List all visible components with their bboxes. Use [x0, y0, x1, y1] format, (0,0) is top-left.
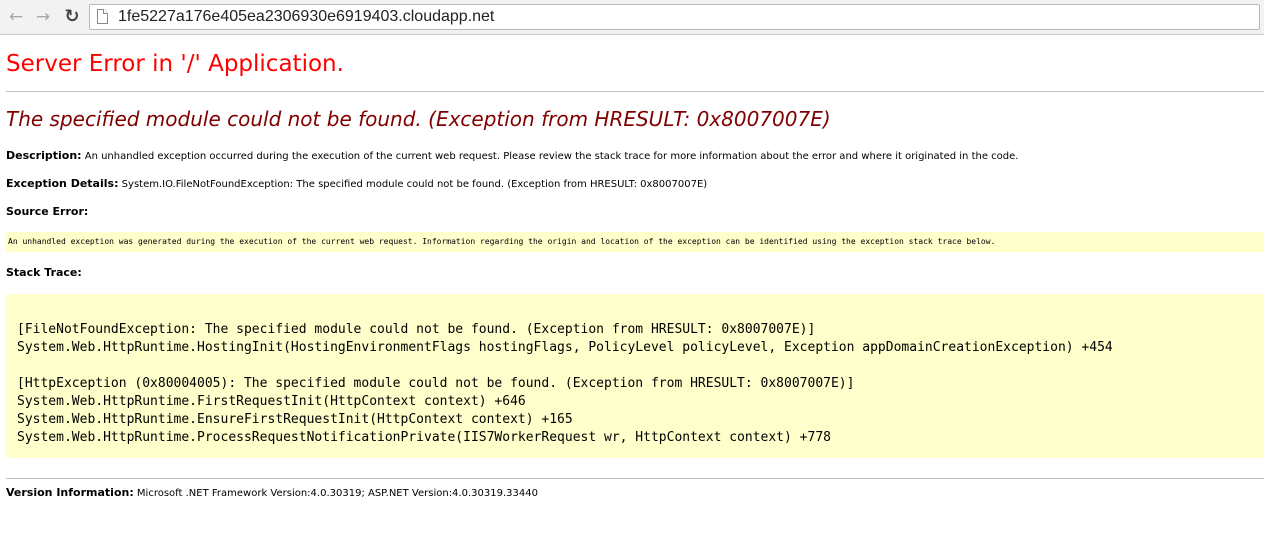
address-bar[interactable]: 1fe5227a176e405ea2306930e6919403.cloudap…	[89, 4, 1260, 30]
source-error-label: Source Error:	[6, 205, 89, 218]
version-information: Version Information: Microsoft .NET Fram…	[6, 486, 538, 499]
description-text: An unhandled exception occurred during t…	[84, 151, 1019, 162]
address-bar-url[interactable]: 1fe5227a176e405ea2306930e6919403.cloudap…	[118, 8, 494, 26]
exception-details: Exception Details: System.IO.FileNotFoun…	[6, 177, 707, 190]
reload-icon[interactable]: ↻	[62, 7, 82, 27]
stack-trace-box: [FileNotFoundException: The specified mo…	[6, 294, 1264, 458]
back-arrow-icon[interactable]: ←	[6, 7, 26, 27]
exception-details-text: System.IO.FileNotFoundException: The spe…	[121, 179, 708, 190]
version-label: Version Information:	[6, 486, 134, 499]
stack-trace-line: [FileNotFoundException: The specified mo…	[17, 322, 816, 337]
divider-bottom	[6, 478, 1264, 479]
version-text: Microsoft .NET Framework Version:4.0.303…	[136, 488, 538, 499]
stack-trace-line: System.Web.HttpRuntime.EnsureFirstReques…	[17, 412, 573, 427]
stack-trace-heading: Stack Trace:	[6, 266, 82, 279]
page-icon	[97, 9, 108, 24]
description-label: Description:	[6, 149, 82, 162]
forward-arrow-icon[interactable]: →	[33, 7, 53, 27]
error-message: The specified module could not be found.…	[6, 107, 831, 131]
page-title: Server Error in '/' Application.	[6, 51, 344, 77]
stack-trace-line: System.Web.HttpRuntime.FirstRequestInit(…	[17, 394, 526, 409]
description: Description: An unhandled exception occu…	[6, 149, 1018, 162]
stack-trace-line: System.Web.HttpRuntime.ProcessRequestNot…	[17, 430, 831, 445]
stack-trace-line: [HttpException (0x80004005): The specifi…	[17, 376, 855, 391]
source-error-heading: Source Error:	[6, 205, 88, 218]
divider-top	[6, 91, 1264, 92]
stack-trace-label: Stack Trace:	[6, 266, 82, 279]
source-error-text: An unhandled exception was generated dur…	[8, 237, 996, 246]
stack-trace-line: System.Web.HttpRuntime.HostingInit(Hosti…	[17, 340, 1113, 355]
browser-toolbar: ← → ↻ 1fe5227a176e405ea2306930e6919403.c…	[0, 0, 1264, 35]
exception-details-label: Exception Details:	[6, 177, 119, 190]
source-error-box: An unhandled exception was generated dur…	[6, 232, 1264, 252]
